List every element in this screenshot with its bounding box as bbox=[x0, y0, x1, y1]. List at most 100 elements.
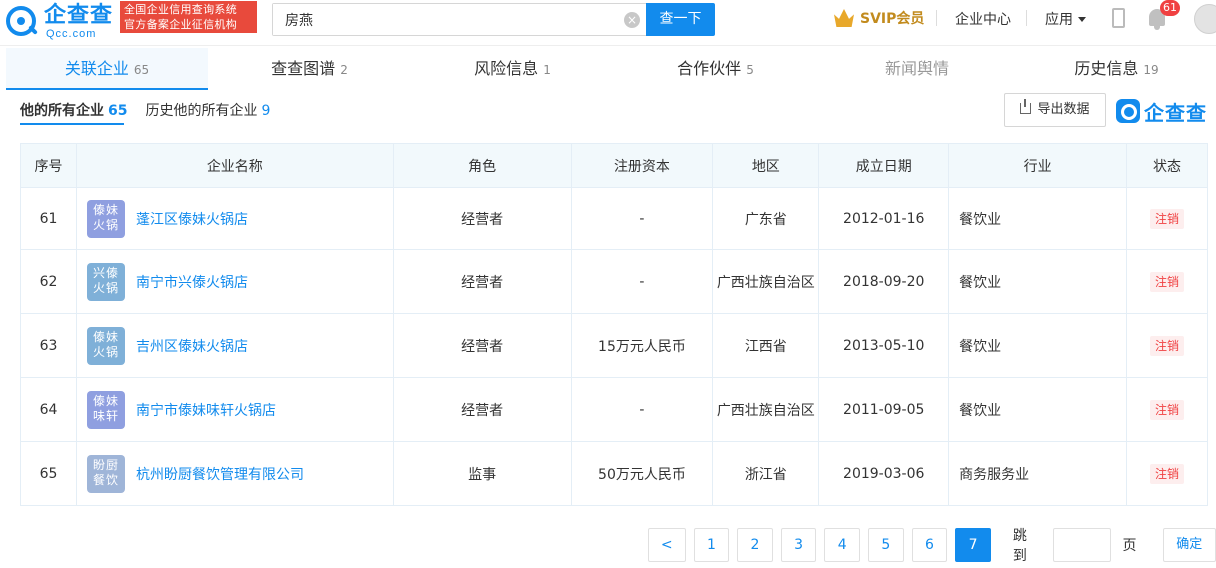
region-cell: 浙江省 bbox=[712, 441, 820, 506]
header-no: 序号 bbox=[20, 143, 77, 188]
row-number: 62 bbox=[20, 249, 77, 314]
region-cell: 江西省 bbox=[712, 313, 820, 378]
company-name-link[interactable]: 杭州盼厨餐饮管理有限公司 bbox=[136, 464, 304, 484]
page-button-6[interactable]: 6 bbox=[911, 528, 948, 562]
region-cell: 广西壮族自治区 bbox=[712, 249, 820, 314]
table-header-row: 序号 企业名称 角色 注册资本 地区 成立日期 行业 状态 bbox=[20, 143, 1208, 188]
capital-cell: - bbox=[570, 249, 714, 314]
industry-cell: 商务服务业 bbox=[948, 441, 1127, 506]
page-button-3[interactable]: 3 bbox=[780, 528, 817, 562]
companies-table: 序号 企业名称 角色 注册资本 地区 成立日期 行业 状态 61 傣妹 火锅 蓬江区傣… bbox=[20, 143, 1208, 506]
pagination: < 1 2 3 4 5 6 7 跳到 页 确定 bbox=[648, 525, 1216, 565]
status-badge: 注销 bbox=[1149, 399, 1184, 420]
industry-cell: 餐饮业 bbox=[948, 187, 1127, 250]
avatar[interactable] bbox=[1194, 4, 1216, 34]
status-cell: 注销 bbox=[1126, 249, 1208, 314]
founded-date-cell: 2018-09-20 bbox=[818, 249, 950, 314]
search-button[interactable]: 查一下 bbox=[646, 3, 715, 36]
company-cell: 傣妹 火锅 蓬江区傣妹火锅店 bbox=[75, 187, 394, 250]
company-logo[interactable]: 盼厨 餐饮 bbox=[86, 454, 125, 493]
tab-related-companies[interactable]: 关联企业 65 bbox=[6, 48, 208, 90]
founded-date-cell: 2012-01-16 bbox=[818, 187, 950, 250]
founded-date-cell: 2013-05-10 bbox=[818, 313, 950, 378]
page-button-5[interactable]: 5 bbox=[868, 528, 904, 562]
subtab-historical-companies[interactable]: 历史他的所有企业 9 bbox=[145, 100, 270, 120]
jump-page-input[interactable] bbox=[1052, 528, 1111, 562]
confirm-jump-button[interactable]: 确定 bbox=[1162, 528, 1216, 562]
tab-risk-info[interactable]: 风险信息 1 bbox=[411, 48, 614, 90]
section-tabs: 关联企业 65 查查图谱 2 风险信息 1 合作伙伴 5 新闻舆情 历史信息 19 bbox=[6, 48, 1216, 90]
apps-menu[interactable]: 应用 bbox=[1045, 9, 1086, 29]
jump-to-label: 跳到 bbox=[1012, 528, 1027, 564]
mobile-icon[interactable] bbox=[1112, 8, 1125, 28]
row-number: 61 bbox=[20, 187, 77, 250]
header-industry: 行业 bbox=[948, 143, 1127, 188]
page-button-7[interactable]: 7 bbox=[955, 528, 991, 562]
header-founded: 成立日期 bbox=[818, 143, 950, 188]
header-region: 地区 bbox=[712, 143, 820, 188]
prev-page-button[interactable]: < bbox=[648, 528, 686, 562]
company-name-link[interactable]: 蓬江区傣妹火锅店 bbox=[136, 209, 248, 229]
role-cell: 经营者 bbox=[392, 377, 572, 442]
role-cell: 经营者 bbox=[392, 313, 572, 378]
active-subtab-indicator bbox=[20, 123, 124, 125]
tab-graph[interactable]: 查查图谱 2 bbox=[208, 48, 411, 90]
company-logo[interactable]: 傣妹 火锅 bbox=[86, 326, 125, 365]
svip-link[interactable]: SVIP会员 bbox=[834, 8, 924, 28]
search-input[interactable] bbox=[273, 4, 613, 35]
top-bar: 企查查 Qcc.com 全国企业信用查询系统 官方备案企业征信机构 × 查一下 … bbox=[0, 0, 1216, 46]
header-company-name: 企业名称 bbox=[75, 143, 394, 188]
status-badge: 注销 bbox=[1149, 463, 1184, 484]
tab-partners[interactable]: 合作伙伴 5 bbox=[614, 48, 817, 90]
capital-cell: - bbox=[570, 187, 714, 250]
page-button-2[interactable]: 2 bbox=[737, 528, 773, 562]
company-cell: 傣妹 火锅 吉州区傣妹火锅店 bbox=[75, 313, 394, 378]
divider bbox=[1026, 10, 1027, 26]
page-unit-label: 页 bbox=[1122, 538, 1137, 554]
enterprise-center-link[interactable]: 企业中心 bbox=[955, 9, 1011, 29]
brand-logo-icon bbox=[1116, 99, 1140, 123]
company-logo[interactable]: 傣妹 味轩 bbox=[86, 390, 125, 429]
company-logo[interactable]: 傣妹 火锅 bbox=[86, 199, 125, 238]
logo-text: 企查查 bbox=[44, 3, 114, 28]
page-button-1[interactable]: 1 bbox=[693, 528, 730, 562]
download-icon bbox=[1020, 99, 1032, 114]
company-name-link[interactable]: 吉州区傣妹火锅店 bbox=[136, 336, 248, 356]
row-number: 64 bbox=[20, 377, 77, 442]
table-row: 62 兴傣 火锅 南宁市兴傣火锅店 经营者 - 广西壮族自治区 2018-09-20 餐饮业 注销 bbox=[20, 249, 1208, 314]
company-name-link[interactable]: 南宁市傣妹味轩火锅店 bbox=[136, 400, 276, 420]
role-cell: 监事 bbox=[392, 441, 572, 506]
company-cell: 傣妹 味轩 南宁市傣妹味轩火锅店 bbox=[75, 377, 394, 442]
chevron-down-icon bbox=[1078, 17, 1086, 22]
row-number: 65 bbox=[20, 441, 77, 506]
export-data-button[interactable]: 导出数据 bbox=[1004, 93, 1106, 127]
region-cell: 广西壮族自治区 bbox=[712, 377, 820, 442]
table-row: 64 傣妹 味轩 南宁市傣妹味轩火锅店 经营者 - 广西壮族自治区 2011-09-05 餐饮业… bbox=[20, 377, 1208, 442]
site-logo[interactable]: 企查查 Qcc.com bbox=[6, 4, 116, 40]
subtab-all-companies[interactable]: 他的所有企业 65 bbox=[20, 100, 127, 120]
search-box: × bbox=[272, 3, 646, 36]
brand-watermark: 企查查 bbox=[1116, 97, 1207, 125]
tab-news[interactable]: 新闻舆情 bbox=[817, 48, 1017, 90]
capital-cell: - bbox=[570, 377, 714, 442]
company-name-link[interactable]: 南宁市兴傣火锅店 bbox=[136, 272, 248, 292]
company-cell: 兴傣 火锅 南宁市兴傣火锅店 bbox=[75, 249, 394, 314]
industry-cell: 餐饮业 bbox=[948, 377, 1127, 442]
certification-badge[interactable]: 全国企业信用查询系统 官方备案企业征信机构 bbox=[120, 1, 257, 33]
row-number: 63 bbox=[20, 313, 77, 378]
page-button-4[interactable]: 4 bbox=[824, 528, 861, 562]
svip-label: SVIP会员 bbox=[860, 11, 925, 27]
founded-date-cell: 2019-03-06 bbox=[818, 441, 950, 506]
tab-history[interactable]: 历史信息 19 bbox=[1017, 48, 1216, 90]
status-badge: 注销 bbox=[1149, 271, 1184, 292]
status-badge: 注销 bbox=[1149, 335, 1184, 356]
company-cell: 盼厨 餐饮 杭州盼厨餐饮管理有限公司 bbox=[75, 441, 394, 506]
notification-badge: 61 bbox=[1160, 0, 1180, 16]
table-row: 61 傣妹 火锅 蓬江区傣妹火锅店 经营者 - 广东省 2012-01-16 餐饮业 注销 bbox=[20, 187, 1208, 250]
clear-icon[interactable]: × bbox=[624, 12, 640, 28]
status-cell: 注销 bbox=[1126, 313, 1208, 378]
company-logo[interactable]: 兴傣 火锅 bbox=[86, 262, 125, 301]
status-cell: 注销 bbox=[1126, 441, 1208, 506]
logo-subtext: Qcc.com bbox=[46, 28, 97, 40]
table-row: 63 傣妹 火锅 吉州区傣妹火锅店 经营者 15万元人民币 江西省 2013-05-10 餐饮业… bbox=[20, 313, 1208, 378]
